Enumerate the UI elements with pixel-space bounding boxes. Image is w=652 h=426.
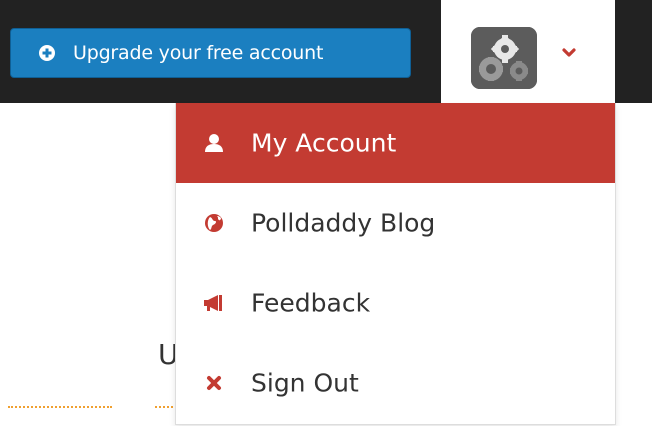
dotted-divider-left: [8, 406, 112, 408]
dotted-divider-right: [155, 406, 173, 408]
menu-item-feedback[interactable]: Feedback: [176, 263, 615, 343]
upgrade-account-button[interactable]: Upgrade your free account: [10, 28, 411, 78]
user-menu-toggle[interactable]: [441, 0, 615, 103]
user-icon: [203, 132, 225, 154]
close-x-icon: [203, 372, 225, 394]
menu-item-label: Polldaddy Blog: [251, 208, 436, 238]
plus-circle-icon: [39, 45, 55, 61]
menu-item-label: My Account: [251, 128, 397, 158]
menu-item-polldaddy-blog[interactable]: Polldaddy Blog: [176, 183, 615, 263]
menu-item-label: Feedback: [251, 288, 371, 318]
menu-item-my-account[interactable]: My Account: [176, 103, 615, 183]
menu-item-label: Sign Out: [251, 368, 359, 398]
gear-avatar-icon: [471, 27, 537, 89]
menu-item-sign-out[interactable]: Sign Out: [176, 343, 615, 423]
megaphone-icon: [203, 292, 225, 314]
user-dropdown-menu: My Account Polldaddy Blog Feedback Sign …: [175, 103, 616, 425]
upgrade-button-label: Upgrade your free account: [73, 42, 324, 64]
chevron-down-icon: [562, 48, 576, 57]
globe-icon: [203, 212, 225, 234]
